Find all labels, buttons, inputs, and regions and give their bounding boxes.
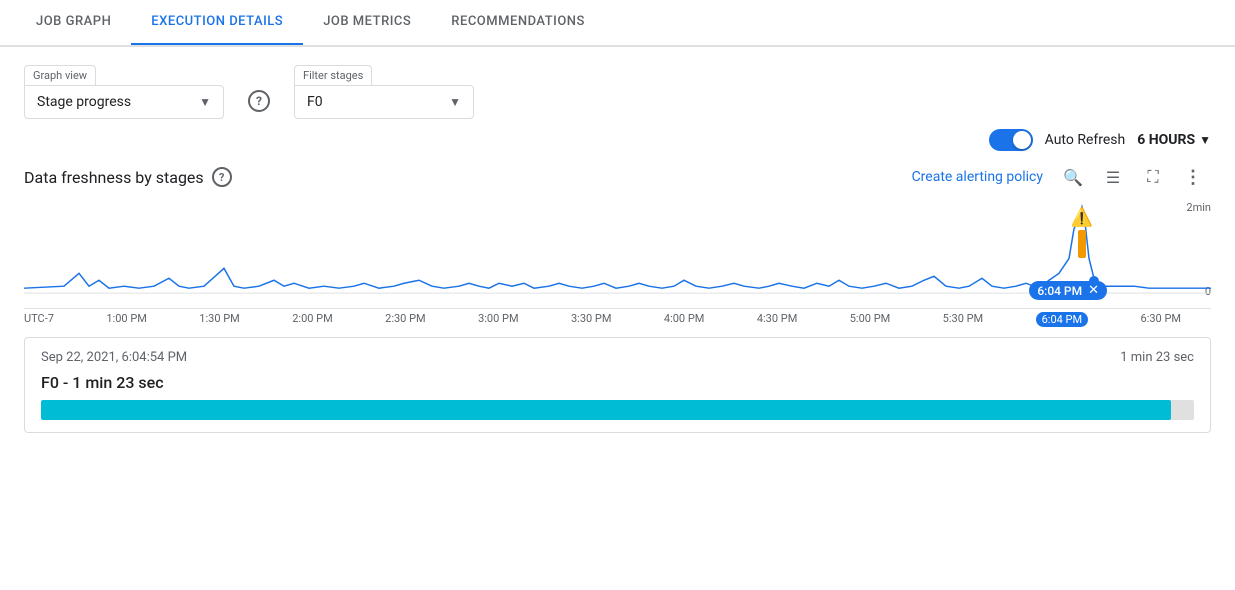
details-section: Sep 22, 2021, 6:04:54 PM 1 min 23 sec F0… <box>24 337 1211 433</box>
toggle-container[interactable] <box>989 129 1033 151</box>
auto-refresh-toggle[interactable] <box>989 129 1033 151</box>
time-label-5: 3:00 PM <box>478 312 518 327</box>
warning-badge: ⚠️ <box>1071 207 1093 258</box>
toggle-knob <box>1013 131 1031 149</box>
selected-time-label: 6:04 PM <box>1037 284 1082 298</box>
tab-job-graph[interactable]: JOB GRAPH <box>16 0 131 45</box>
time-label-10: 5:30 PM <box>943 312 983 327</box>
hours-value: 6 HOURS <box>1137 132 1195 148</box>
tab-recommendations[interactable]: RECOMMENDATIONS <box>431 0 605 45</box>
filter-stages-value: F0 <box>307 94 441 110</box>
graph-view-group: Graph view Stage progress ▼ <box>24 65 224 119</box>
time-label-2: 1:30 PM <box>199 312 239 327</box>
chart-title-group: Data freshness by stages ? <box>24 167 232 187</box>
time-label-7: 4:00 PM <box>664 312 704 327</box>
graph-view-select[interactable]: Stage progress ▼ <box>24 85 224 119</box>
legend-icon-btn[interactable]: ☰ <box>1095 159 1131 195</box>
chart-help-icon[interactable]: ? <box>212 167 232 187</box>
time-label-11: 6:04 PM <box>1036 312 1088 327</box>
details-duration: 1 min 23 sec <box>1120 350 1194 365</box>
time-label-3: 2:00 PM <box>292 312 332 327</box>
chart-title: Data freshness by stages <box>24 168 204 187</box>
time-label-12: 6:30 PM <box>1141 312 1181 327</box>
time-label-9: 5:00 PM <box>850 312 890 327</box>
time-label-1: 1:00 PM <box>106 312 146 327</box>
auto-refresh-label: Auto Refresh <box>1045 132 1126 148</box>
filter-chevron-icon: ▼ <box>449 95 461 109</box>
details-date: Sep 22, 2021, 6:04:54 PM <box>41 350 187 365</box>
auto-refresh-bar: Auto Refresh 6 HOURS ▼ <box>0 129 1235 159</box>
search-icon-btn[interactable]: 🔍 <box>1055 159 1091 195</box>
filter-stages-label: Filter stages <box>294 65 372 85</box>
time-label-4: 2:30 PM <box>385 312 425 327</box>
stage-label: F0 - 1 min 23 sec <box>41 373 1194 392</box>
time-label-0: UTC-7 <box>24 312 54 327</box>
fullscreen-icon-btn[interactable]: ⛶ <box>1135 159 1171 195</box>
chevron-down-icon: ▼ <box>199 95 211 109</box>
chart-section: Data freshness by stages ? Create alerti… <box>0 159 1235 327</box>
filter-stages-group: Filter stages F0 ▼ <box>294 65 474 119</box>
details-row: Sep 22, 2021, 6:04:54 PM 1 min 23 sec <box>41 350 1194 365</box>
more-options-icon-btn[interactable]: ⋮ <box>1175 159 1211 195</box>
close-icon[interactable]: ✕ <box>1088 283 1099 298</box>
tab-job-metrics[interactable]: JOB METRICS <box>303 0 431 45</box>
selected-time-badge: 6:04 PM ✕ <box>1029 281 1107 300</box>
chart-time-labels: UTC-7 1:00 PM 1:30 PM 2:00 PM 2:30 PM 3:… <box>24 309 1211 327</box>
time-label-8: 4:30 PM <box>757 312 797 327</box>
progress-bar-container <box>41 400 1194 420</box>
progress-bar-fill <box>41 400 1171 420</box>
graph-view-label: Graph view <box>24 65 96 85</box>
time-label-6: 3:30 PM <box>571 312 611 327</box>
controls-row: Graph view Stage progress ▼ ? Filter sta… <box>0 47 1235 129</box>
filter-stages-select[interactable]: F0 ▼ <box>294 85 474 119</box>
chart-actions: Create alerting policy 🔍 ☰ ⛶ ⋮ <box>912 159 1211 195</box>
tab-execution-details[interactable]: EXECUTION DETAILS <box>131 0 303 45</box>
tabs-bar: JOB GRAPH EXECUTION DETAILS JOB METRICS … <box>0 0 1235 47</box>
chart-canvas: 2min 0 ⚠️ 6:04 PM ✕ <box>24 199 1211 309</box>
create-policy-link[interactable]: Create alerting policy <box>912 169 1043 185</box>
chart-header: Data freshness by stages ? Create alerti… <box>24 159 1211 195</box>
warning-icon: ⚠️ <box>1071 207 1093 228</box>
hours-selector[interactable]: 6 HOURS ▼ <box>1137 132 1211 148</box>
hours-chevron-icon: ▼ <box>1199 133 1211 147</box>
graph-view-help[interactable]: ? <box>248 90 270 112</box>
graph-view-value: Stage progress <box>37 94 191 110</box>
warning-bar <box>1078 230 1086 258</box>
